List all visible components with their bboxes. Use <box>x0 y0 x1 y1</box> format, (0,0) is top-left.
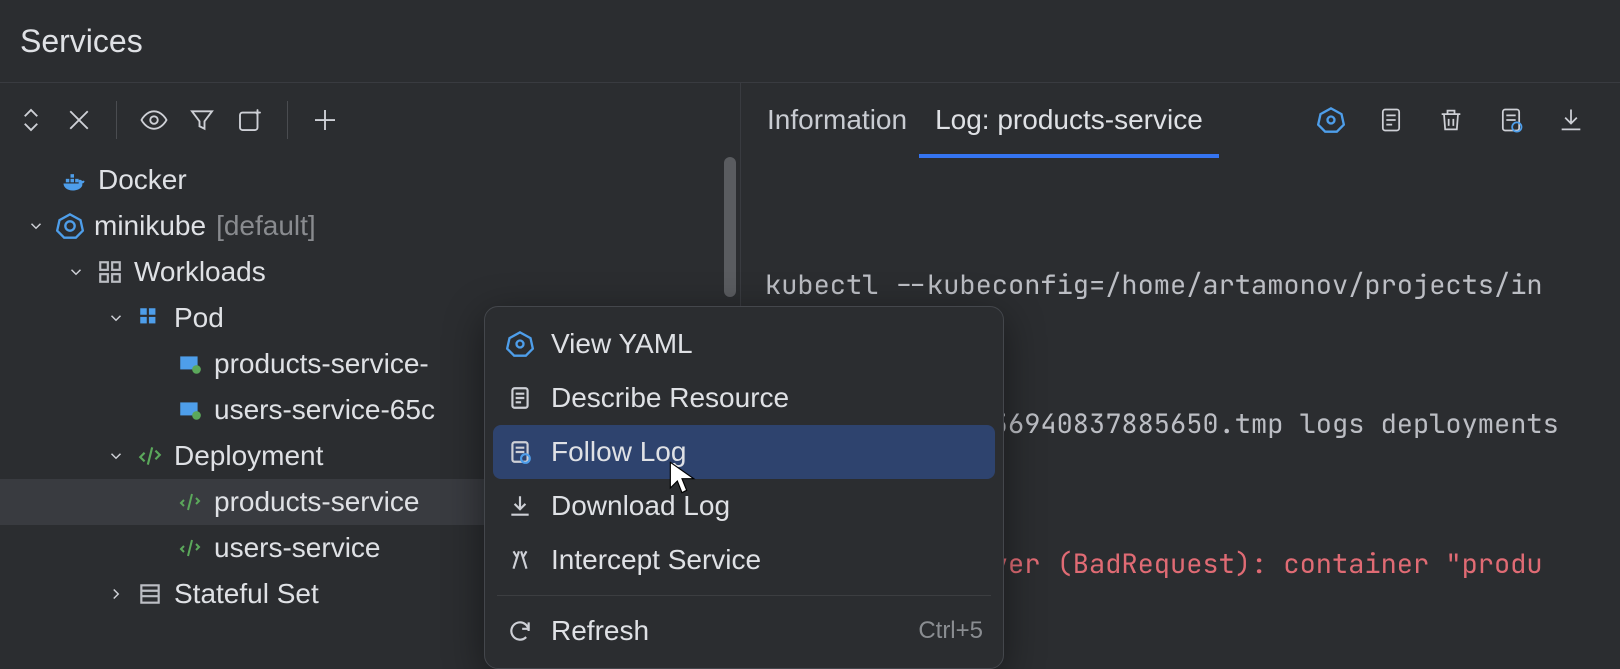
menu-item-label: Follow Log <box>551 436 686 468</box>
tabs-actions <box>1308 97 1594 143</box>
chevron-down-icon[interactable] <box>26 216 46 236</box>
log-line: kubectl --kubeconfig=/home/artamonov/pro… <box>765 262 1620 308</box>
menu-item-label: Download Log <box>551 490 730 522</box>
tab-information[interactable]: Information <box>767 83 907 157</box>
tree-item-label: Docker <box>98 164 187 196</box>
statefulset-icon <box>136 580 164 608</box>
pod-icon <box>176 350 204 378</box>
pod-group-icon <box>136 304 164 332</box>
tree-item-label: minikube <box>94 210 206 242</box>
context-menu: View YAML Describe Resource Follow Log D… <box>484 306 1004 669</box>
expand-collapse-button[interactable] <box>8 97 54 143</box>
download-icon <box>505 491 535 521</box>
add-button[interactable] <box>302 97 348 143</box>
menu-item-shortcut: Ctrl+5 <box>918 617 983 645</box>
menu-item-intercept-service[interactable]: Intercept Service <box>493 533 995 587</box>
tree-item-minikube[interactable]: minikube [default] <box>0 203 740 249</box>
menu-item-refresh[interactable]: Refresh Ctrl+5 <box>493 604 995 658</box>
panel-title: Services <box>20 23 143 60</box>
menu-separator <box>497 595 991 596</box>
download-log-action[interactable] <box>1548 97 1594 143</box>
chevron-right-icon[interactable] <box>106 584 126 604</box>
tree-item-workloads[interactable]: Workloads <box>0 249 740 295</box>
tree-scrollbar-thumb[interactable] <box>724 157 736 297</box>
tree-item-label: products-service- <box>214 348 429 380</box>
menu-item-view-yaml[interactable]: View YAML <box>493 317 995 371</box>
delete-action[interactable] <box>1428 97 1474 143</box>
toolbar-separator <box>287 101 288 139</box>
tree-item-label: users-service <box>214 532 380 564</box>
describe-action[interactable] <box>1368 97 1414 143</box>
tab-log[interactable]: Log: products-service <box>935 83 1203 157</box>
tree-toolbar <box>0 83 740 157</box>
menu-item-describe-resource[interactable]: Describe Resource <box>493 371 995 425</box>
tree-item-label: Pod <box>174 302 224 334</box>
open-new-tab-button[interactable] <box>227 97 273 143</box>
tree-item-label: products-service <box>214 486 419 518</box>
menu-item-label: Refresh <box>551 615 649 647</box>
follow-log-icon <box>505 437 535 467</box>
chevron-down-icon[interactable] <box>106 446 126 466</box>
tab-label: Information <box>767 104 907 136</box>
tree-item-label: users-service-65c <box>214 394 435 426</box>
tree-item-label: Workloads <box>134 256 266 288</box>
toolbar-separator <box>116 101 117 139</box>
kubernetes-icon <box>56 212 84 240</box>
panel-header: Services <box>0 0 1620 82</box>
close-button[interactable] <box>56 97 102 143</box>
menu-item-follow-log[interactable]: Follow Log <box>493 425 995 479</box>
tab-label: Log: products-service <box>935 104 1203 136</box>
menu-item-label: Intercept Service <box>551 544 761 576</box>
view-yaml-action[interactable] <box>1308 97 1354 143</box>
pod-icon <box>176 396 204 424</box>
chevron-down-icon[interactable] <box>106 308 126 328</box>
intercept-icon <box>505 545 535 575</box>
tree-item-label: Deployment <box>174 440 323 472</box>
document-icon <box>505 383 535 413</box>
workloads-icon <box>96 258 124 286</box>
refresh-icon <box>505 616 535 646</box>
deployment-group-icon <box>136 442 164 470</box>
deployment-icon <box>176 534 204 562</box>
tree-item-docker[interactable]: Docker <box>0 157 740 203</box>
menu-item-label: Describe Resource <box>551 382 789 414</box>
show-hide-button[interactable] <box>131 97 177 143</box>
follow-log-action[interactable] <box>1488 97 1534 143</box>
tabs-row: Information Log: products-service <box>741 83 1620 157</box>
docker-icon <box>60 166 88 194</box>
filter-button[interactable] <box>179 97 225 143</box>
chevron-down-icon[interactable] <box>66 262 86 282</box>
deployment-icon <box>176 488 204 516</box>
tree-item-suffix: [default] <box>216 210 316 242</box>
tree-item-label: Stateful Set <box>174 578 319 610</box>
kubernetes-icon <box>505 329 535 359</box>
menu-item-label: View YAML <box>551 328 693 360</box>
menu-item-download-log[interactable]: Download Log <box>493 479 995 533</box>
